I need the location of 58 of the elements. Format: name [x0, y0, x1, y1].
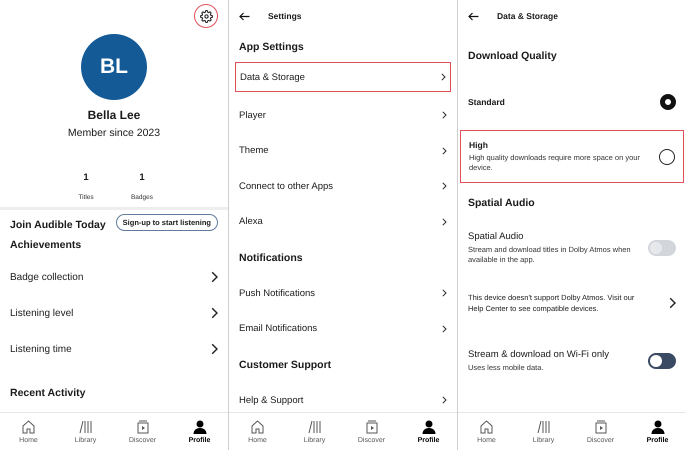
chevron-right-icon: [210, 343, 218, 355]
screen-title: Settings: [268, 11, 302, 21]
person-icon: [192, 420, 206, 434]
play-card-icon: [366, 420, 378, 434]
settings-row[interactable]: Alexa: [229, 204, 457, 240]
user-name: Bella Lee: [86, 108, 142, 122]
settings-row[interactable]: Email Notifications: [229, 311, 457, 346]
settings-row[interactable]: Badge collection: [0, 259, 228, 295]
settings-row[interactable]: Player: [229, 98, 457, 133]
section-heading: Join Audible Today: [10, 219, 106, 231]
person-icon: [650, 420, 664, 434]
library-icon: [79, 420, 92, 434]
section-heading: Customer Support: [238, 358, 332, 372]
chevron-right-icon: [442, 111, 447, 120]
person-icon: [422, 420, 436, 434]
library-icon: [308, 420, 321, 434]
settings-button[interactable]: [194, 4, 218, 28]
chevron-right-icon: [210, 271, 218, 283]
section-heading: Achievements: [9, 238, 82, 253]
settings-row[interactable]: Push Notifications: [229, 276, 457, 311]
settings-row[interactable]: Data & Storage: [235, 62, 451, 92]
settings-row[interactable]: Listening time: [0, 331, 228, 367]
home-icon: [480, 420, 493, 434]
settings-row[interactable]: Connect to other Apps: [229, 168, 457, 204]
home-icon: [251, 420, 264, 434]
home-icon: [22, 420, 35, 434]
stat-value: 1: [139, 172, 145, 183]
section-heading: App Settings: [238, 40, 305, 55]
chevron-right-icon: [442, 396, 447, 404]
chevron-right-icon: [442, 182, 447, 190]
settings-row[interactable]: Listening level: [0, 295, 228, 331]
back-arrow-icon[interactable]: [468, 12, 479, 20]
avatar: BL: [81, 34, 147, 100]
library-icon: [537, 420, 550, 434]
member-since: Member since 2023: [66, 127, 162, 139]
chevron-right-icon: [442, 289, 447, 298]
toggle-switch[interactable]: [648, 353, 676, 369]
chevron-right-icon: [668, 297, 676, 309]
play-card-icon: [136, 420, 148, 434]
radio-button[interactable]: [660, 94, 676, 110]
section-heading: Spatial Audio: [467, 196, 536, 211]
chevron-right-icon: [210, 307, 218, 319]
stat-value: 1: [83, 172, 89, 183]
chevron-right-icon: [441, 73, 446, 81]
back-arrow-icon[interactable]: [239, 12, 250, 20]
play-card-icon: [594, 420, 606, 434]
chevron-right-icon: [442, 146, 447, 155]
section-heading: Download Quality: [467, 49, 558, 64]
chevron-right-icon: [442, 324, 447, 333]
settings-icon: [200, 10, 212, 22]
section-heading: Recent Activity: [9, 386, 86, 401]
chevron-right-icon: [442, 218, 447, 226]
section-heading: Notifications: [238, 250, 304, 266]
settings-row[interactable]: Theme: [229, 133, 457, 168]
settings-row[interactable]: Help & Support: [229, 382, 457, 412]
quality-option[interactable]: Standard: [458, 80, 686, 124]
screen-title: Data & Storage: [497, 11, 558, 21]
radio-button[interactable]: [659, 148, 675, 164]
